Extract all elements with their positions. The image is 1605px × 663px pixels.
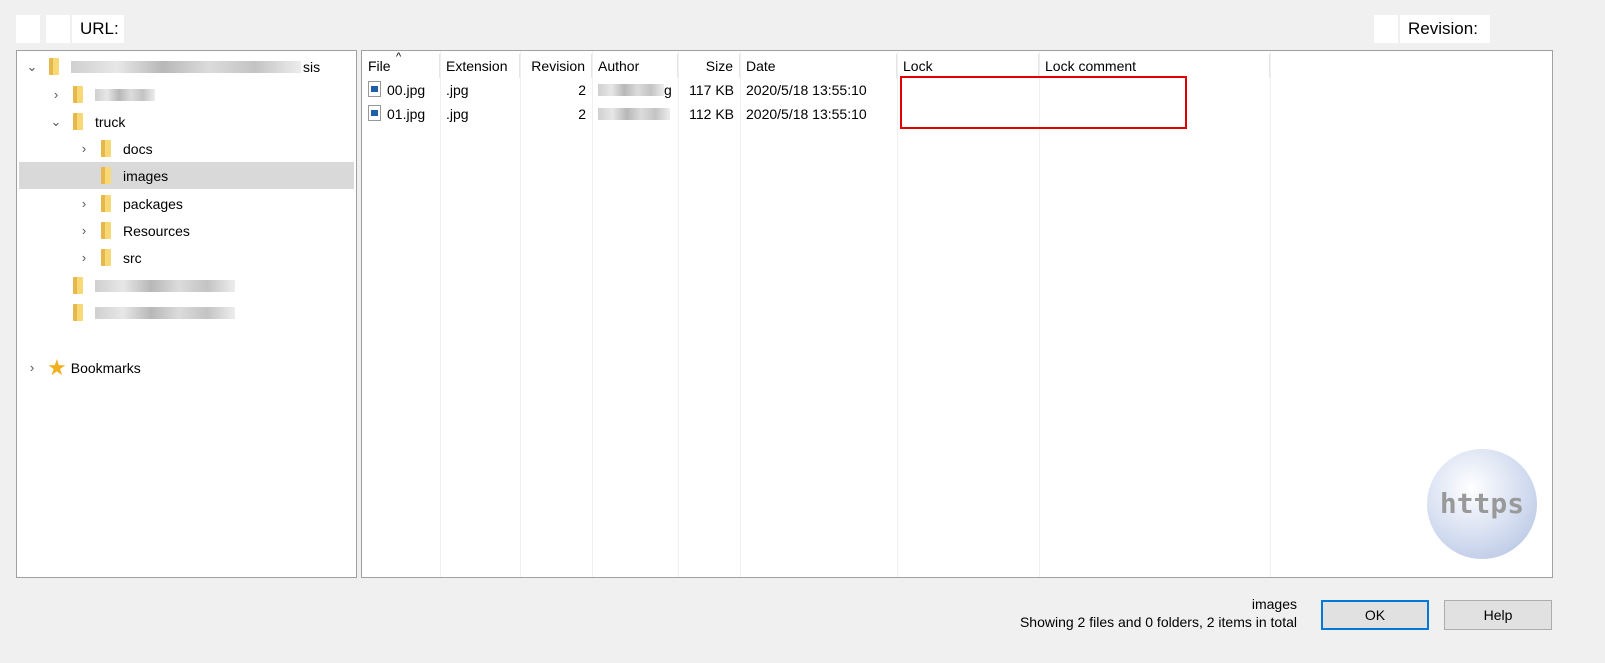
extension-cell: .jpg bbox=[446, 82, 469, 98]
column-header-lock-comment[interactable]: Lock comment bbox=[1039, 54, 1270, 78]
column-header-size[interactable]: Size bbox=[678, 54, 740, 78]
file-list[interactable]: File ^ Extension Revision Author Size Dat… bbox=[361, 50, 1553, 578]
tree-item-redacted[interactable]: › bbox=[19, 81, 354, 108]
chevron-right-icon[interactable]: › bbox=[25, 360, 39, 375]
folder-icon bbox=[73, 113, 83, 130]
folder-icon bbox=[49, 58, 59, 75]
help-button[interactable]: Help bbox=[1444, 600, 1552, 630]
revision-cell: 2 bbox=[578, 82, 586, 98]
tree-root[interactable]: ⌄ sis bbox=[19, 53, 354, 80]
file-cell: 01.jpg bbox=[362, 102, 440, 126]
tree-item-src[interactable]: › src bbox=[19, 244, 354, 271]
ok-button[interactable]: OK bbox=[1321, 600, 1429, 630]
tree-item-label: docs bbox=[123, 140, 153, 157]
author-cell: g bbox=[592, 78, 678, 102]
redacted-text bbox=[95, 88, 155, 101]
column-header-author[interactable]: Author bbox=[592, 54, 678, 78]
tree-item-docs[interactable]: › docs bbox=[19, 135, 354, 162]
tree-item-redacted[interactable] bbox=[19, 299, 354, 326]
column-header-extension[interactable]: Extension bbox=[440, 54, 520, 78]
folder-icon bbox=[101, 195, 111, 212]
file-cell: 00.jpg bbox=[362, 78, 440, 102]
column-header-date[interactable]: Date bbox=[740, 54, 897, 78]
chevron-right-icon[interactable]: › bbox=[77, 250, 91, 265]
folder-icon bbox=[101, 140, 111, 157]
tree-item-resources[interactable]: › Resources bbox=[19, 217, 354, 244]
status-summary: Showing 2 files and 0 folders, 2 items i… bbox=[1019, 614, 1297, 630]
folder-icon bbox=[101, 222, 111, 239]
column-header-lock[interactable]: Lock bbox=[897, 54, 1039, 78]
tree-item-redacted[interactable] bbox=[19, 272, 354, 299]
column-header-file[interactable]: File ^ bbox=[362, 51, 440, 78]
tree-item-label: Resources bbox=[123, 222, 190, 239]
toolbar-button-2[interactable] bbox=[46, 15, 70, 43]
image-file-icon bbox=[368, 81, 381, 97]
tree-item-label: truck bbox=[95, 113, 126, 130]
date-cell: 2020/5/18 13:55:10 bbox=[746, 106, 867, 122]
chevron-right-icon[interactable]: › bbox=[77, 223, 91, 238]
redacted-text bbox=[71, 60, 301, 73]
author-cell bbox=[592, 102, 678, 126]
size-cell: 117 KB bbox=[689, 82, 734, 98]
tree-item-label: images bbox=[123, 167, 169, 184]
revision-cell: 2 bbox=[578, 106, 586, 122]
status-folder: images bbox=[1251, 596, 1297, 612]
url-label: URL: bbox=[72, 15, 124, 43]
root-label-suffix: sis bbox=[303, 58, 321, 75]
highlight-box bbox=[900, 76, 1187, 129]
folder-icon bbox=[73, 277, 83, 294]
folder-icon bbox=[101, 249, 111, 266]
folder-icon bbox=[101, 167, 111, 184]
date-cell: 2020/5/18 13:55:10 bbox=[746, 82, 867, 98]
revision-button[interactable] bbox=[1374, 15, 1398, 43]
tree-item-truck[interactable]: ⌄ truck bbox=[19, 108, 354, 135]
chevron-right-icon[interactable]: › bbox=[77, 196, 91, 211]
tree-item-bookmarks[interactable]: › ★ Bookmarks bbox=[19, 354, 354, 381]
tree-item-label: Bookmarks bbox=[70, 359, 141, 376]
star-icon: ★ bbox=[47, 354, 67, 380]
column-label: File bbox=[368, 58, 391, 74]
redacted-text bbox=[95, 279, 235, 292]
extension-cell: .jpg bbox=[446, 106, 469, 122]
chevron-down-icon[interactable]: ⌄ bbox=[49, 114, 63, 130]
chevron-right-icon[interactable]: › bbox=[77, 141, 91, 156]
image-file-icon bbox=[368, 105, 381, 121]
tree-item-label: src bbox=[123, 249, 142, 266]
tree-item-packages[interactable]: › packages bbox=[19, 190, 354, 217]
chevron-right-icon[interactable]: › bbox=[49, 87, 63, 102]
size-cell: 112 KB bbox=[689, 106, 734, 122]
revision-label: Revision: bbox=[1400, 15, 1490, 43]
redacted-text bbox=[95, 306, 235, 319]
chevron-down-icon[interactable]: ⌄ bbox=[25, 59, 39, 75]
sort-ascending-icon: ^ bbox=[396, 51, 402, 63]
watermark-globe: https bbox=[1427, 449, 1537, 559]
repository-tree[interactable]: ⌄ sis › ⌄ truck › docs images › packages › Re… bbox=[16, 50, 357, 578]
tree-item-images[interactable]: images bbox=[19, 162, 354, 189]
folder-icon bbox=[73, 304, 83, 321]
toolbar-button-1[interactable] bbox=[16, 15, 40, 43]
folder-icon bbox=[73, 86, 83, 103]
tree-item-label: packages bbox=[123, 195, 183, 212]
column-header-revision[interactable]: Revision bbox=[520, 54, 592, 78]
